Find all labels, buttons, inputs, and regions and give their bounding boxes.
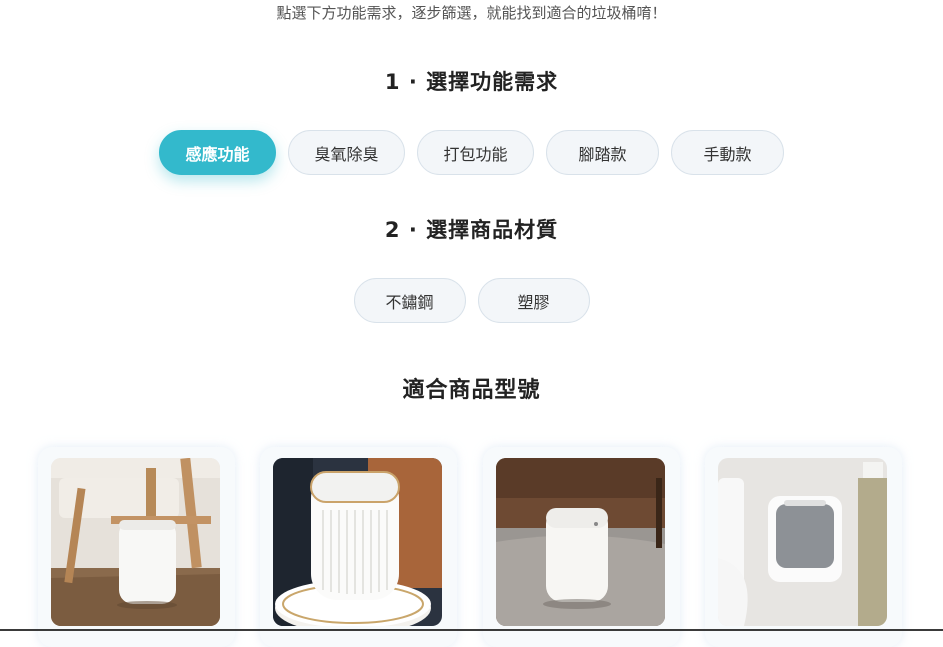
filter-stainless-steel[interactable]: 不鏽鋼 — [353, 278, 466, 323]
intro-text: 點選下方功能需求，逐步篩選，就能找到適合的垃圾桶唷！ — [276, 4, 667, 22]
filter-packing[interactable]: 打包功能 — [417, 130, 534, 175]
product-card[interactable] — [260, 447, 457, 647]
step1-title: 1 · 選擇功能需求 — [384, 70, 559, 94]
function-filter-group: 感應功能 臭氧除臭 打包功能 腳踏款 手動款 — [0, 130, 943, 175]
product-list — [38, 447, 908, 647]
filter-manual[interactable]: 手動款 — [671, 130, 784, 175]
filter-ozone-deodorize[interactable]: 臭氧除臭 — [288, 130, 405, 175]
results-title: 適合商品型號 — [402, 378, 541, 403]
product-image[interactable] — [273, 458, 442, 626]
filter-plastic[interactable]: 塑膠 — [477, 278, 590, 323]
product-image[interactable] — [496, 458, 665, 626]
product-card[interactable] — [483, 447, 680, 647]
step2-title: 2 · 選擇商品材質 — [384, 218, 559, 242]
product-image[interactable] — [51, 458, 220, 626]
filter-sensor[interactable]: 感應功能 — [159, 130, 276, 175]
material-filter-group: 不鏽鋼 塑膠 — [0, 278, 943, 323]
product-card[interactable] — [705, 447, 902, 647]
product-image[interactable] — [718, 458, 887, 626]
filter-pedal[interactable]: 腳踏款 — [546, 130, 659, 175]
product-card[interactable] — [38, 447, 235, 647]
